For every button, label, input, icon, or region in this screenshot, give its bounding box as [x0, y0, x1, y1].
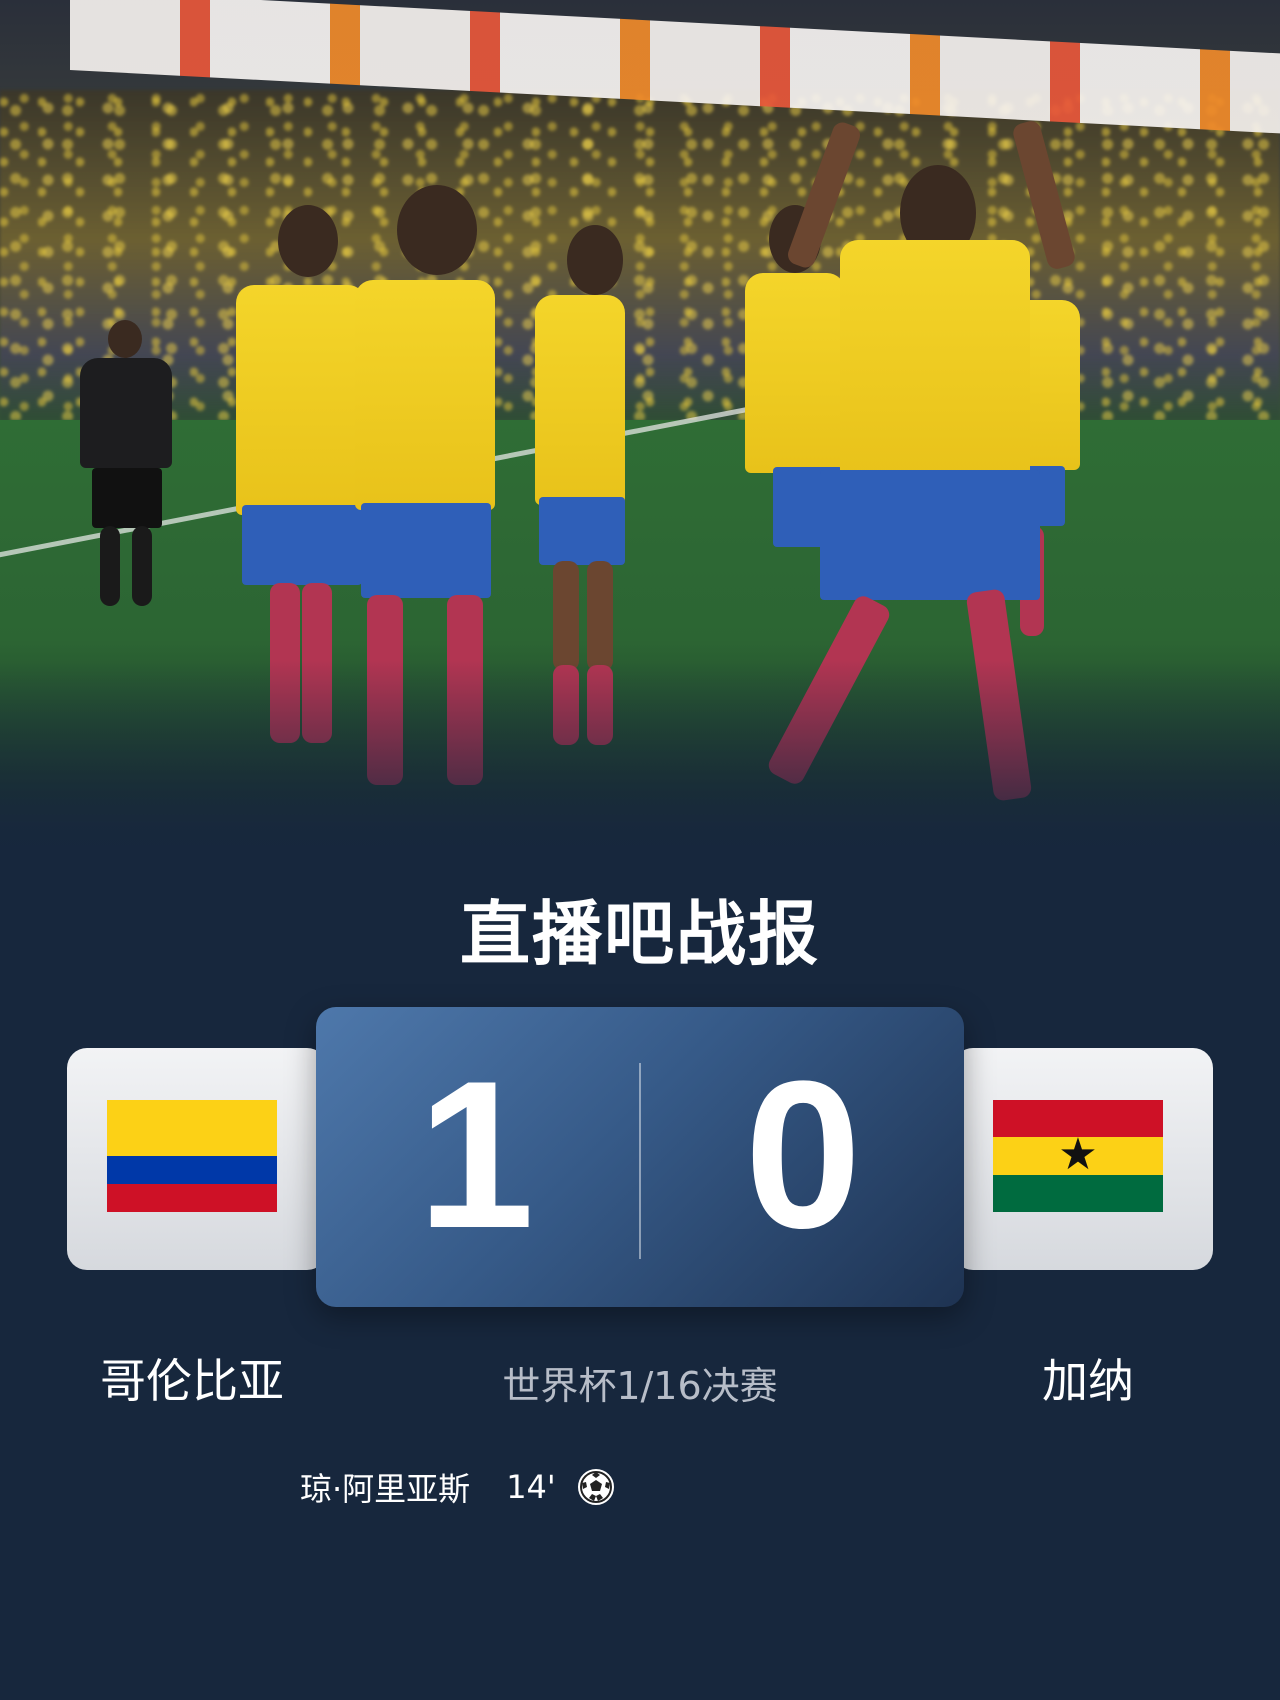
goal-scorer: 琼·阿里亚斯: [300, 1470, 471, 1508]
soccer-ball-icon: [577, 1469, 614, 1505]
hero-photo: [0, 0, 1280, 860]
away-team-name: 加纳: [1042, 1354, 1134, 1408]
goal-event: 琼·阿里亚斯 14': [300, 1462, 614, 1512]
away-team-card: ★: [953, 1048, 1213, 1270]
hero-fade: [0, 660, 1280, 860]
black-star-icon: ★: [1058, 1129, 1098, 1181]
home-team-card: [67, 1048, 327, 1270]
stadium-crowd: [0, 90, 1280, 420]
home-score: 1: [417, 1037, 535, 1272]
colombia-flag-icon: [107, 1100, 277, 1212]
home-team-name: 哥伦比亚: [100, 1354, 284, 1408]
ghana-flag-icon: ★: [993, 1100, 1163, 1212]
score-divider: [639, 1063, 641, 1259]
brand-title: 直播吧战报: [460, 893, 820, 975]
goal-minute: 14': [506, 1468, 556, 1506]
away-score: 0: [744, 1037, 862, 1272]
competition-label: 世界杯1/16决赛: [502, 1364, 778, 1408]
scoreboard: 1 0: [316, 1007, 964, 1307]
